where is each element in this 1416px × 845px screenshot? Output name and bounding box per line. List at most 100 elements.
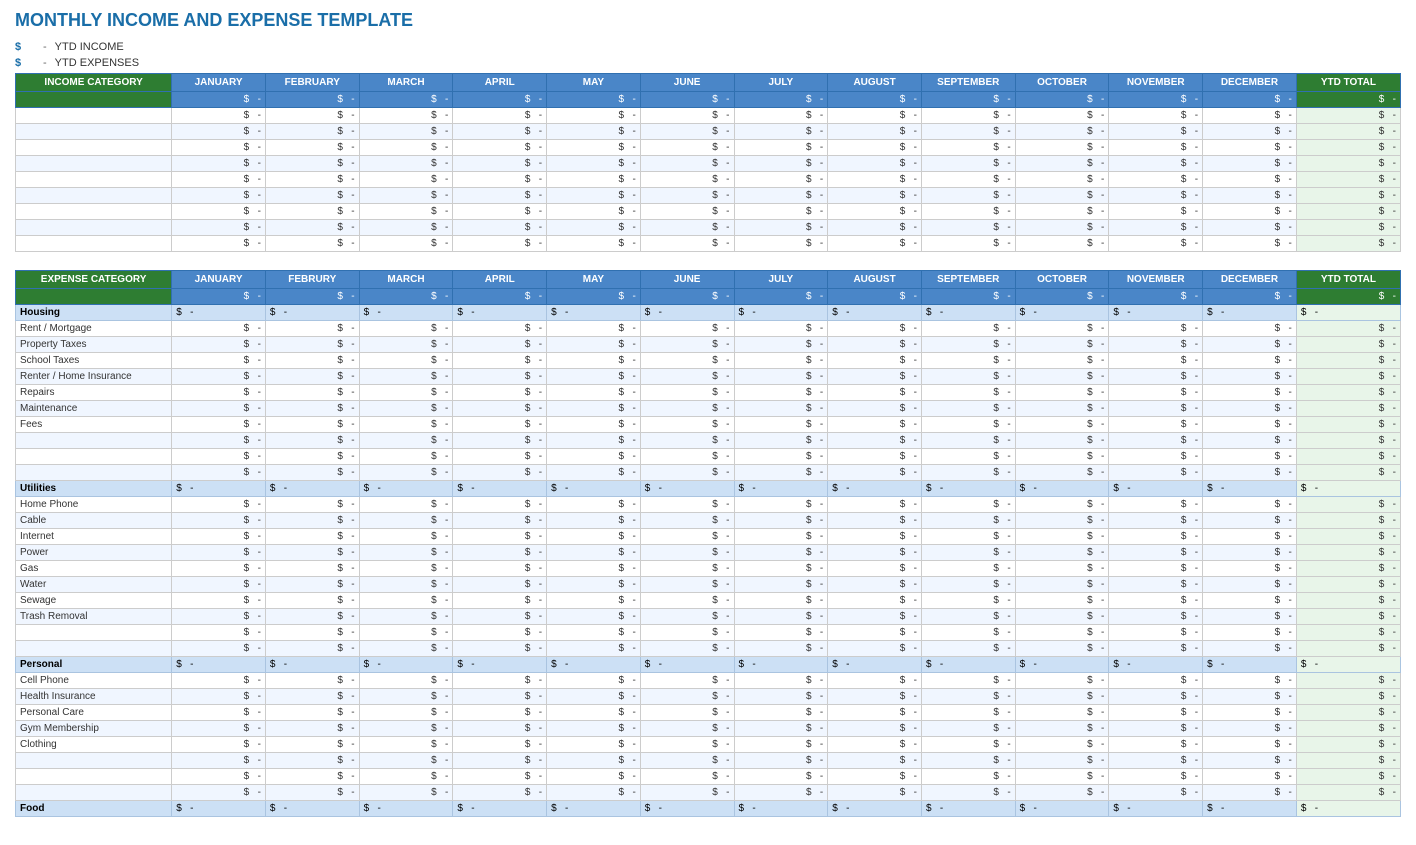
- expense-cell[interactable]: $ -: [359, 609, 453, 625]
- expense-cell[interactable]: $ -: [453, 577, 547, 593]
- income-cell[interactable]: $ -: [1109, 124, 1203, 140]
- expense-cell[interactable]: $ -: [921, 641, 1015, 657]
- expense-cell[interactable]: $ -: [1203, 769, 1297, 785]
- income-cell[interactable]: $ -: [828, 236, 922, 252]
- expense-cell[interactable]: $ -: [828, 785, 922, 801]
- expense-row-category[interactable]: Maintenance: [16, 401, 172, 417]
- expense-cell[interactable]: $ -: [640, 689, 734, 705]
- expense-cell[interactable]: $ -: [172, 641, 266, 657]
- expense-cell[interactable]: $ -: [265, 721, 359, 737]
- income-cell[interactable]: $ -: [359, 140, 453, 156]
- expense-cell[interactable]: $ -: [547, 497, 641, 513]
- expense-cell[interactable]: $ -: [1015, 497, 1109, 513]
- expense-cell[interactable]: $ -: [172, 513, 266, 529]
- expense-cell[interactable]: $ -: [265, 401, 359, 417]
- expense-cell[interactable]: $ -: [359, 721, 453, 737]
- income-cell[interactable]: $ -: [828, 172, 922, 188]
- expense-cell[interactable]: $ -: [828, 641, 922, 657]
- income-cell[interactable]: $ -: [1015, 124, 1109, 140]
- expense-cell[interactable]: $ -: [1015, 529, 1109, 545]
- expense-cell[interactable]: $ -: [828, 577, 922, 593]
- expense-cell[interactable]: $ -: [265, 529, 359, 545]
- income-cell[interactable]: $ -: [828, 188, 922, 204]
- expense-cell[interactable]: $ -: [547, 673, 641, 689]
- expense-row-category[interactable]: [16, 449, 172, 465]
- expense-cell[interactable]: $ -: [453, 625, 547, 641]
- expense-cell[interactable]: $ -: [172, 625, 266, 641]
- expense-cell[interactable]: $ -: [265, 353, 359, 369]
- income-cell[interactable]: $ -: [359, 236, 453, 252]
- expense-cell[interactable]: $ -: [359, 705, 453, 721]
- income-cell[interactable]: $ -: [734, 220, 828, 236]
- income-cell[interactable]: $ -: [547, 236, 641, 252]
- expense-cell[interactable]: $ -: [734, 785, 828, 801]
- expense-row-category[interactable]: Renter / Home Insurance: [16, 369, 172, 385]
- expense-cell[interactable]: $ -: [1203, 673, 1297, 689]
- expense-cell[interactable]: $ -: [640, 641, 734, 657]
- expense-cell[interactable]: $ -: [172, 385, 266, 401]
- income-cell[interactable]: $ -: [921, 156, 1015, 172]
- income-cell[interactable]: $ -: [359, 220, 453, 236]
- income-cell[interactable]: $ -: [734, 124, 828, 140]
- expense-cell[interactable]: $ -: [734, 369, 828, 385]
- expense-cell[interactable]: $ -: [172, 353, 266, 369]
- expense-cell[interactable]: $ -: [921, 705, 1015, 721]
- expense-cell[interactable]: $ -: [640, 433, 734, 449]
- expense-row-category[interactable]: Cell Phone: [16, 673, 172, 689]
- expense-cell[interactable]: $ -: [921, 625, 1015, 641]
- income-cell[interactable]: $ -: [640, 188, 734, 204]
- expense-cell[interactable]: $ -: [453, 721, 547, 737]
- expense-cell[interactable]: $ -: [265, 673, 359, 689]
- expense-cell[interactable]: $ -: [1203, 513, 1297, 529]
- expense-cell[interactable]: $ -: [172, 369, 266, 385]
- expense-cell[interactable]: $ -: [1015, 401, 1109, 417]
- expense-cell[interactable]: $ -: [359, 785, 453, 801]
- income-row-category[interactable]: [16, 156, 172, 172]
- expense-cell[interactable]: $ -: [547, 385, 641, 401]
- expense-cell[interactable]: $ -: [359, 497, 453, 513]
- expense-cell[interactable]: $ -: [734, 593, 828, 609]
- expense-cell[interactable]: $ -: [453, 673, 547, 689]
- expense-cell[interactable]: $ -: [1203, 737, 1297, 753]
- expense-cell[interactable]: $ -: [359, 513, 453, 529]
- expense-cell[interactable]: $ -: [1109, 369, 1203, 385]
- income-cell[interactable]: $ -: [1203, 156, 1297, 172]
- expense-cell[interactable]: $ -: [359, 577, 453, 593]
- expense-cell[interactable]: $ -: [1109, 705, 1203, 721]
- income-cell[interactable]: $ -: [453, 172, 547, 188]
- income-cell[interactable]: $ -: [359, 124, 453, 140]
- expense-cell[interactable]: $ -: [453, 401, 547, 417]
- expense-row-category[interactable]: Clothing: [16, 737, 172, 753]
- expense-cell[interactable]: $ -: [547, 593, 641, 609]
- expense-cell[interactable]: $ -: [1109, 401, 1203, 417]
- expense-cell[interactable]: $ -: [265, 785, 359, 801]
- expense-cell[interactable]: $ -: [1109, 785, 1203, 801]
- expense-cell[interactable]: $ -: [547, 625, 641, 641]
- income-cell[interactable]: $ -: [265, 140, 359, 156]
- expense-cell[interactable]: $ -: [1015, 417, 1109, 433]
- expense-cell[interactable]: $ -: [172, 561, 266, 577]
- income-cell[interactable]: $ -: [1015, 236, 1109, 252]
- expense-cell[interactable]: $ -: [734, 337, 828, 353]
- expense-row-category[interactable]: Property Taxes: [16, 337, 172, 353]
- expense-cell[interactable]: $ -: [1203, 353, 1297, 369]
- income-cell[interactable]: $ -: [547, 188, 641, 204]
- expense-cell[interactable]: $ -: [828, 609, 922, 625]
- expense-cell[interactable]: $ -: [1109, 545, 1203, 561]
- income-cell[interactable]: $ -: [921, 220, 1015, 236]
- expense-cell[interactable]: $ -: [1109, 337, 1203, 353]
- expense-cell[interactable]: $ -: [172, 705, 266, 721]
- expense-cell[interactable]: $ -: [547, 689, 641, 705]
- expense-cell[interactable]: $ -: [1109, 433, 1203, 449]
- income-cell[interactable]: $ -: [453, 124, 547, 140]
- income-cell[interactable]: $ -: [1015, 220, 1109, 236]
- expense-cell[interactable]: $ -: [547, 513, 641, 529]
- income-cell[interactable]: $ -: [172, 140, 266, 156]
- expense-cell[interactable]: $ -: [1015, 449, 1109, 465]
- expense-cell[interactable]: $ -: [640, 593, 734, 609]
- expense-row-category[interactable]: Cable: [16, 513, 172, 529]
- expense-cell[interactable]: $ -: [1109, 609, 1203, 625]
- expense-cell[interactable]: $ -: [828, 497, 922, 513]
- expense-cell[interactable]: $ -: [1109, 737, 1203, 753]
- expense-cell[interactable]: $ -: [359, 561, 453, 577]
